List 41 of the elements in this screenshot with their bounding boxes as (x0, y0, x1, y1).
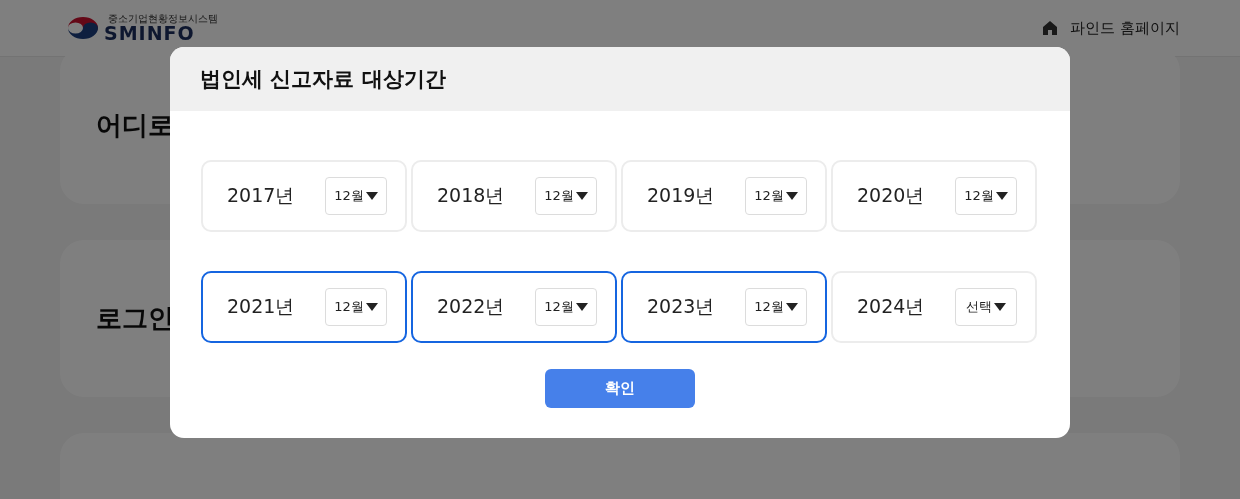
caret-icon (365, 192, 378, 200)
year-card[interactable]: 2020년 12월 (831, 160, 1037, 232)
year-label: 2024년 (857, 294, 925, 319)
year-label: 2021년 (227, 294, 295, 319)
caret-icon (785, 303, 798, 311)
card-title: 로그인 (96, 302, 174, 335)
month-select[interactable]: 12월 (745, 288, 807, 326)
year-label: 2022년 (437, 294, 505, 319)
year-label: 2020년 (857, 183, 925, 208)
year-card[interactable]: 2021년 12월 (201, 271, 407, 343)
taegeuk-logo-icon (66, 16, 100, 40)
caret-icon (365, 303, 378, 311)
year-label: 2018년 (437, 183, 505, 208)
logo-subtitle: 중소기업현황정보시스템 (108, 13, 218, 24)
month-select[interactable]: 12월 (745, 177, 807, 215)
caret-icon (575, 192, 588, 200)
card-title: 어디로 (96, 109, 174, 142)
home-icon[interactable] (1042, 20, 1059, 36)
year-label: 2023년 (647, 294, 715, 319)
month-select[interactable]: 12월 (325, 177, 387, 215)
month-select[interactable]: 12월 (325, 288, 387, 326)
year-card[interactable]: 2022년 12월 (411, 271, 617, 343)
logo-text: SMINFO (104, 23, 195, 43)
month-select[interactable]: 12월 (955, 177, 1017, 215)
year-card[interactable]: 2018년 12월 (411, 160, 617, 232)
dialog-title: 법인세 신고자료 대상기간 (200, 66, 446, 93)
year-label: 2019년 (647, 183, 715, 208)
caret-icon (994, 303, 1006, 311)
year-card[interactable]: 2017년 12월 (201, 160, 407, 232)
month-select[interactable]: 12월 (535, 177, 597, 215)
month-select[interactable]: 선택 (955, 288, 1017, 326)
homepage-link[interactable]: 파인드 홈페이지 (1070, 18, 1180, 38)
confirm-button[interactable]: 확인 (545, 369, 695, 408)
caret-icon (575, 303, 588, 311)
caret-icon (785, 192, 798, 200)
caret-icon (995, 192, 1008, 200)
year-card[interactable]: 2023년 12월 (621, 271, 827, 343)
year-card[interactable]: 2024년 선택 (831, 271, 1037, 343)
year-label: 2017년 (227, 183, 295, 208)
month-select[interactable]: 12월 (535, 288, 597, 326)
year-card[interactable]: 2019년 12월 (621, 160, 827, 232)
